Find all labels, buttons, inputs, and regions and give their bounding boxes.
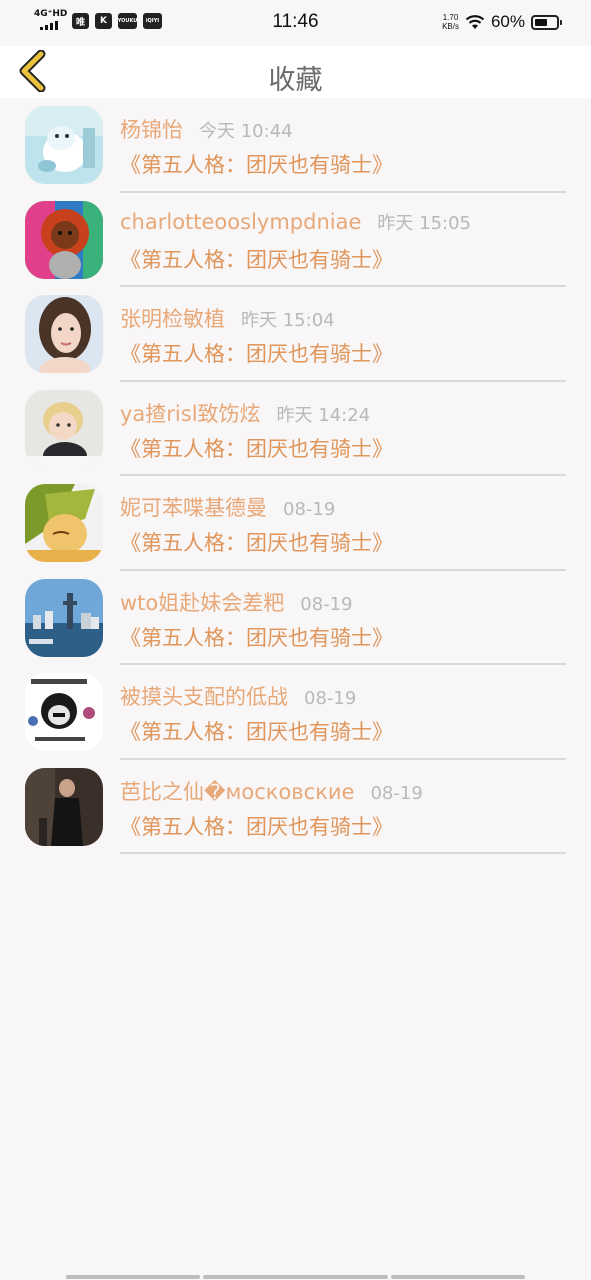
favorite-item[interactable]: 张明检敏植 昨天 15:04 《第五人格：团厌也有骑士》: [0, 287, 591, 382]
favorite-item[interactable]: charlotteooslympdniae 昨天 15:05 《第五人格：团厌也…: [0, 193, 591, 287]
meme-face-avatar[interactable]: [25, 673, 103, 751]
favorite-item[interactable]: 妮可苯喋基德曼 08-19 《第五人格：团厌也有骑士》: [0, 476, 591, 571]
user-name: 杨锦怡: [120, 118, 183, 142]
battery-icon: [531, 14, 562, 30]
page-title: 收藏: [268, 65, 323, 96]
wifi-icon: [465, 15, 485, 29]
work-title: 《第五人格：团厌也有骑士》: [120, 814, 393, 839]
net-speed: 1.70 KB/s: [442, 13, 459, 31]
favorite-time: 08-19: [300, 593, 353, 615]
favorites-list: 杨锦怡 今天 10:44 《第五人格：团厌也有骑士》 charlotteoosl…: [0, 98, 591, 854]
divider: [120, 852, 566, 854]
net-speed-unit: KB/s: [442, 22, 459, 31]
user-name: ya揸risl致饬炫: [120, 401, 261, 426]
user-name: 张明检敏植: [120, 307, 225, 331]
city-skyline-avatar[interactable]: [25, 578, 103, 657]
work-title: 《第五人格：团厌也有骑士》: [120, 153, 393, 177]
favorite-item[interactable]: 被摸头支配的低战 08-19 《第五人格：团厌也有骑士》: [0, 665, 591, 760]
nav-bar: 收藏: [0, 46, 591, 98]
favorite-time: 今天 10:44: [199, 121, 293, 142]
net-speed-value: 1.70: [442, 13, 459, 22]
favorite-time: 昨天 14:24: [276, 404, 371, 426]
work-title: 《第五人格：团厌也有骑士》: [120, 531, 393, 555]
user-name: 被摸头支配的低战: [120, 685, 288, 709]
anime-character-avatar[interactable]: [25, 484, 103, 562]
favorite-item[interactable]: ya揸risl致饬炫 昨天 14:24 《第五人格：团厌也有骑士》: [0, 382, 591, 476]
work-title: 《第五人格：团厌也有骑士》: [120, 436, 393, 461]
user-name: wto姐赴妹会差粑: [120, 590, 285, 615]
status-bar: 4G⁺HD 唯 K YOUKU iQIYI 11:46 1.70 KB/s 60…: [0, 0, 591, 46]
favorite-time: 昨天 15:04: [241, 310, 335, 331]
user-name: 芭比之仙�московские: [120, 779, 355, 804]
favorite-time: 08-19: [304, 688, 357, 709]
work-title: 《第五人格：团厌也有骑士》: [120, 247, 393, 272]
back-button[interactable]: [10, 49, 54, 93]
work-title: 《第五人格：团厌也有骑士》: [120, 720, 393, 744]
favorite-time: 08-19: [370, 782, 423, 804]
chevron-left-icon: [19, 50, 46, 92]
status-right: 1.70 KB/s 60%: [442, 12, 562, 32]
user-name: charlotteooslympdniae: [120, 209, 362, 234]
favorite-item[interactable]: 杨锦怡 今天 10:44 《第五人格：团厌也有骑士》: [0, 98, 591, 193]
woman-portrait-avatar[interactable]: [25, 295, 103, 373]
favorite-item[interactable]: wto姐赴妹会差粑 08-19 《第五人格：团厌也有骑士》: [0, 571, 591, 665]
user-name: 妮可苯喋基德曼: [120, 496, 267, 520]
favorite-time: 08-19: [283, 499, 336, 520]
work-title: 《第五人格：团厌也有骑士》: [120, 625, 393, 650]
blonde-child-avatar[interactable]: [25, 389, 103, 468]
home-indicator[interactable]: [0, 1275, 591, 1279]
favorite-item[interactable]: 芭比之仙�московские 08-19 《第五人格：团厌也有骑士》: [0, 760, 591, 854]
bear-hat-child-avatar[interactable]: [25, 200, 103, 279]
battery-percent: 60%: [490, 12, 525, 31]
work-title: 《第五人格：团厌也有骑士》: [120, 342, 393, 366]
dark-figure-avatar[interactable]: [25, 767, 103, 846]
favorite-time: 昨天 15:05: [377, 212, 471, 234]
cartoon-creature-avatar[interactable]: [25, 106, 103, 184]
